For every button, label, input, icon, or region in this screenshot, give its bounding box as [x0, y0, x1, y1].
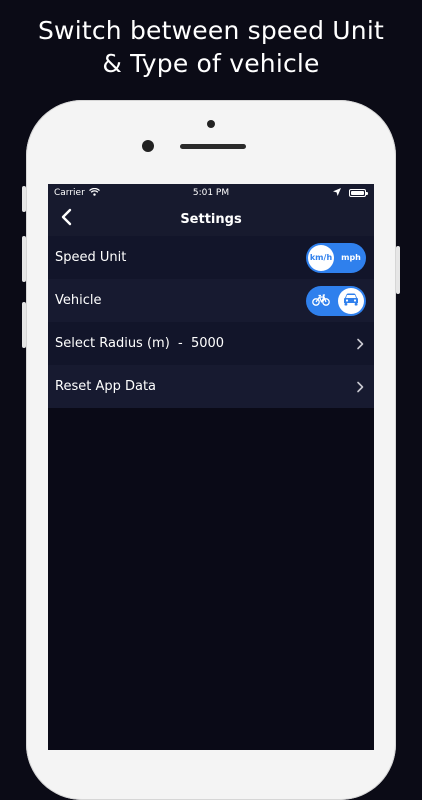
empty-content-area: [48, 408, 374, 748]
speed-unit-toggle[interactable]: km/h mph: [306, 242, 366, 273]
vehicle-toggle[interactable]: [306, 285, 366, 316]
wifi-icon: [88, 187, 100, 199]
front-camera: [207, 120, 215, 128]
proximity-sensor: [142, 140, 154, 152]
select-radius-label: Select Radius (m) - 5000: [55, 336, 225, 351]
promo-headline-line-2: & Type of vehicle: [102, 49, 320, 78]
back-button[interactable]: [56, 208, 76, 230]
volume-up-button: [22, 236, 26, 282]
carrier-label: Carrier: [54, 188, 85, 198]
app-screen: Carrier 5:01 PM Settings Speed Unit km/h…: [48, 184, 374, 750]
navigation-bar: Settings: [48, 202, 374, 236]
promo-headline: Switch between speed Unit & Type of vehi…: [0, 14, 422, 80]
chevron-right-icon: [354, 380, 366, 394]
select-radius-row[interactable]: Select Radius (m) - 5000: [48, 322, 374, 365]
volume-down-button: [22, 302, 26, 348]
bicycle-icon: [312, 293, 330, 308]
vehicle-label: Vehicle: [55, 293, 102, 308]
earpiece-speaker: [180, 144, 246, 149]
bicycle-option[interactable]: [306, 286, 336, 316]
location-arrow-icon: [333, 187, 341, 199]
page-title: Settings: [180, 211, 242, 227]
mute-switch: [22, 186, 26, 212]
promo-headline-line-1: Switch between speed Unit: [37, 16, 384, 45]
battery-icon: [349, 189, 368, 197]
chevron-left-icon: [61, 208, 72, 230]
car-icon: [343, 293, 359, 308]
speed-unit-label: Speed Unit: [55, 250, 127, 265]
mph-option[interactable]: mph: [336, 243, 366, 273]
status-bar: Carrier 5:01 PM: [48, 184, 374, 202]
reset-app-data-label: Reset App Data: [55, 379, 157, 394]
speed-unit-row: Speed Unit km/h mph: [48, 236, 374, 279]
chevron-right-icon: [354, 337, 366, 351]
car-option[interactable]: [336, 286, 366, 316]
power-button: [396, 246, 400, 294]
reset-app-data-row[interactable]: Reset App Data: [48, 365, 374, 408]
vehicle-row: Vehicle: [48, 279, 374, 322]
kmh-option[interactable]: km/h: [306, 243, 336, 273]
